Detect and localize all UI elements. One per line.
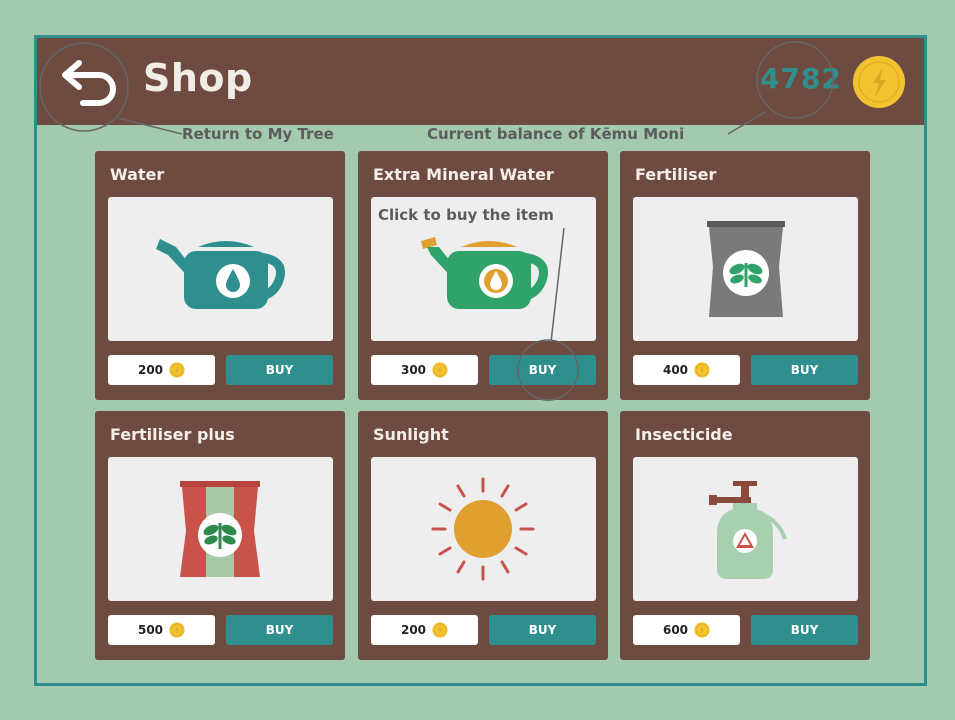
- price-value: 200: [137, 363, 164, 377]
- item-image: [108, 457, 333, 601]
- item-image: [371, 457, 596, 601]
- item-title: Insecticide: [635, 425, 733, 444]
- price-tag: 200: [108, 355, 215, 385]
- buy-button[interactable]: BUY: [489, 615, 596, 645]
- price-tag: 400: [633, 355, 740, 385]
- item-image: [633, 197, 858, 341]
- item-title: Sunlight: [373, 425, 449, 444]
- item-image: [108, 197, 333, 341]
- price-tag: 500: [108, 615, 215, 645]
- annotation-balance: Current balance of Kēmu Moni: [427, 125, 685, 143]
- sun-icon: [431, 477, 535, 581]
- price-tag: 600: [633, 615, 740, 645]
- annotation-back: Return to My Tree: [182, 125, 334, 143]
- buy-button[interactable]: BUY: [226, 615, 333, 645]
- watering-can-icon: [156, 239, 286, 309]
- buy-button[interactable]: BUY: [226, 355, 333, 385]
- price-value: 400: [662, 363, 689, 377]
- item-card-sunlight: Sunlight 200 BUY: [358, 411, 608, 660]
- coin-icon: [169, 622, 185, 638]
- price-value: 500: [137, 623, 164, 637]
- spray-bottle-icon: [709, 481, 787, 579]
- item-card-extra-mineral-water: Extra Mineral Water 300 BUY: [358, 151, 608, 400]
- price-tag: 200: [371, 615, 478, 645]
- item-card-fertiliser: Fertiliser 400 BUY: [620, 151, 870, 400]
- item-image: [633, 457, 858, 601]
- price-value: 300: [400, 363, 427, 377]
- coin-icon: [432, 362, 448, 378]
- fertiliser-plus-bag-icon: [180, 481, 260, 577]
- coin-icon: [694, 622, 710, 638]
- item-card-fertiliser-plus: Fertiliser plus 500 BUY: [95, 411, 345, 660]
- coin-icon: [432, 622, 448, 638]
- buy-button[interactable]: BUY: [751, 615, 858, 645]
- item-title: Fertiliser: [635, 165, 717, 184]
- item-title: Water: [110, 165, 165, 184]
- coin-icon: [694, 362, 710, 378]
- fertiliser-bag-icon: [707, 221, 785, 317]
- item-card-insecticide: Insecticide 600 BUY: [620, 411, 870, 660]
- price-tag: 300: [371, 355, 478, 385]
- item-title: Extra Mineral Water: [373, 165, 554, 184]
- coin-icon: [169, 362, 185, 378]
- buy-button[interactable]: BUY: [489, 355, 596, 385]
- buy-button[interactable]: BUY: [751, 355, 858, 385]
- annotation-buy: Click to buy the item: [378, 206, 554, 224]
- price-value: 200: [400, 623, 427, 637]
- item-card-water: Water 200 BUY: [95, 151, 345, 400]
- price-value: 600: [662, 623, 689, 637]
- item-title: Fertiliser plus: [110, 425, 235, 444]
